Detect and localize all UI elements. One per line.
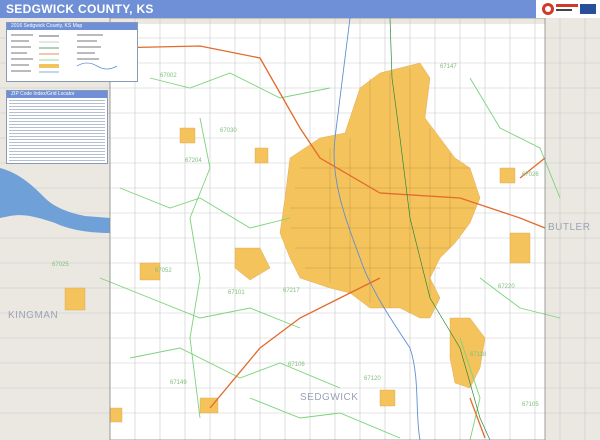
legend-title: 2016 Sedgwick County, KS Map: [7, 23, 137, 30]
zip-index-table: [9, 100, 105, 162]
county-label-butler: BUTLER: [548, 222, 591, 233]
title-bar: SEDGWICK COUNTY, KS: [0, 0, 536, 18]
zip-label: 67101: [228, 290, 245, 296]
zip-label: 67026: [522, 172, 539, 178]
page-title: SEDGWICK COUNTY, KS: [6, 2, 154, 16]
zip-label: 67002: [160, 73, 177, 79]
zip-code-index: ZIP Code Index/Grid Locator: [6, 90, 108, 164]
zip-label: 67118: [470, 352, 487, 358]
zip-label: 67106: [288, 362, 305, 368]
zip-label: 67149: [170, 380, 187, 386]
zip-label: 67025: [52, 262, 69, 268]
zip-label: 67120: [364, 376, 381, 382]
county-label-kingman: KINGMAN: [8, 310, 59, 321]
legend-swatches: [11, 34, 118, 73]
zip-label: 67052: [155, 268, 172, 274]
zip-label: 67217: [283, 288, 300, 294]
county-label-sedgwick: SEDGWICK: [300, 392, 359, 403]
zip-label: 67105: [522, 402, 539, 408]
zip-label: 67030: [220, 128, 237, 134]
zip-label: 67147: [440, 64, 457, 70]
zip-label: 67204: [185, 158, 202, 164]
publisher-logo-icon: [540, 1, 598, 17]
zip-index-title: ZIP Code Index/Grid Locator: [7, 91, 107, 98]
map-legend: 2016 Sedgwick County, KS Map: [6, 22, 138, 82]
header: SEDGWICK COUNTY, KS: [0, 0, 600, 18]
zip-label: 67220: [498, 284, 515, 290]
